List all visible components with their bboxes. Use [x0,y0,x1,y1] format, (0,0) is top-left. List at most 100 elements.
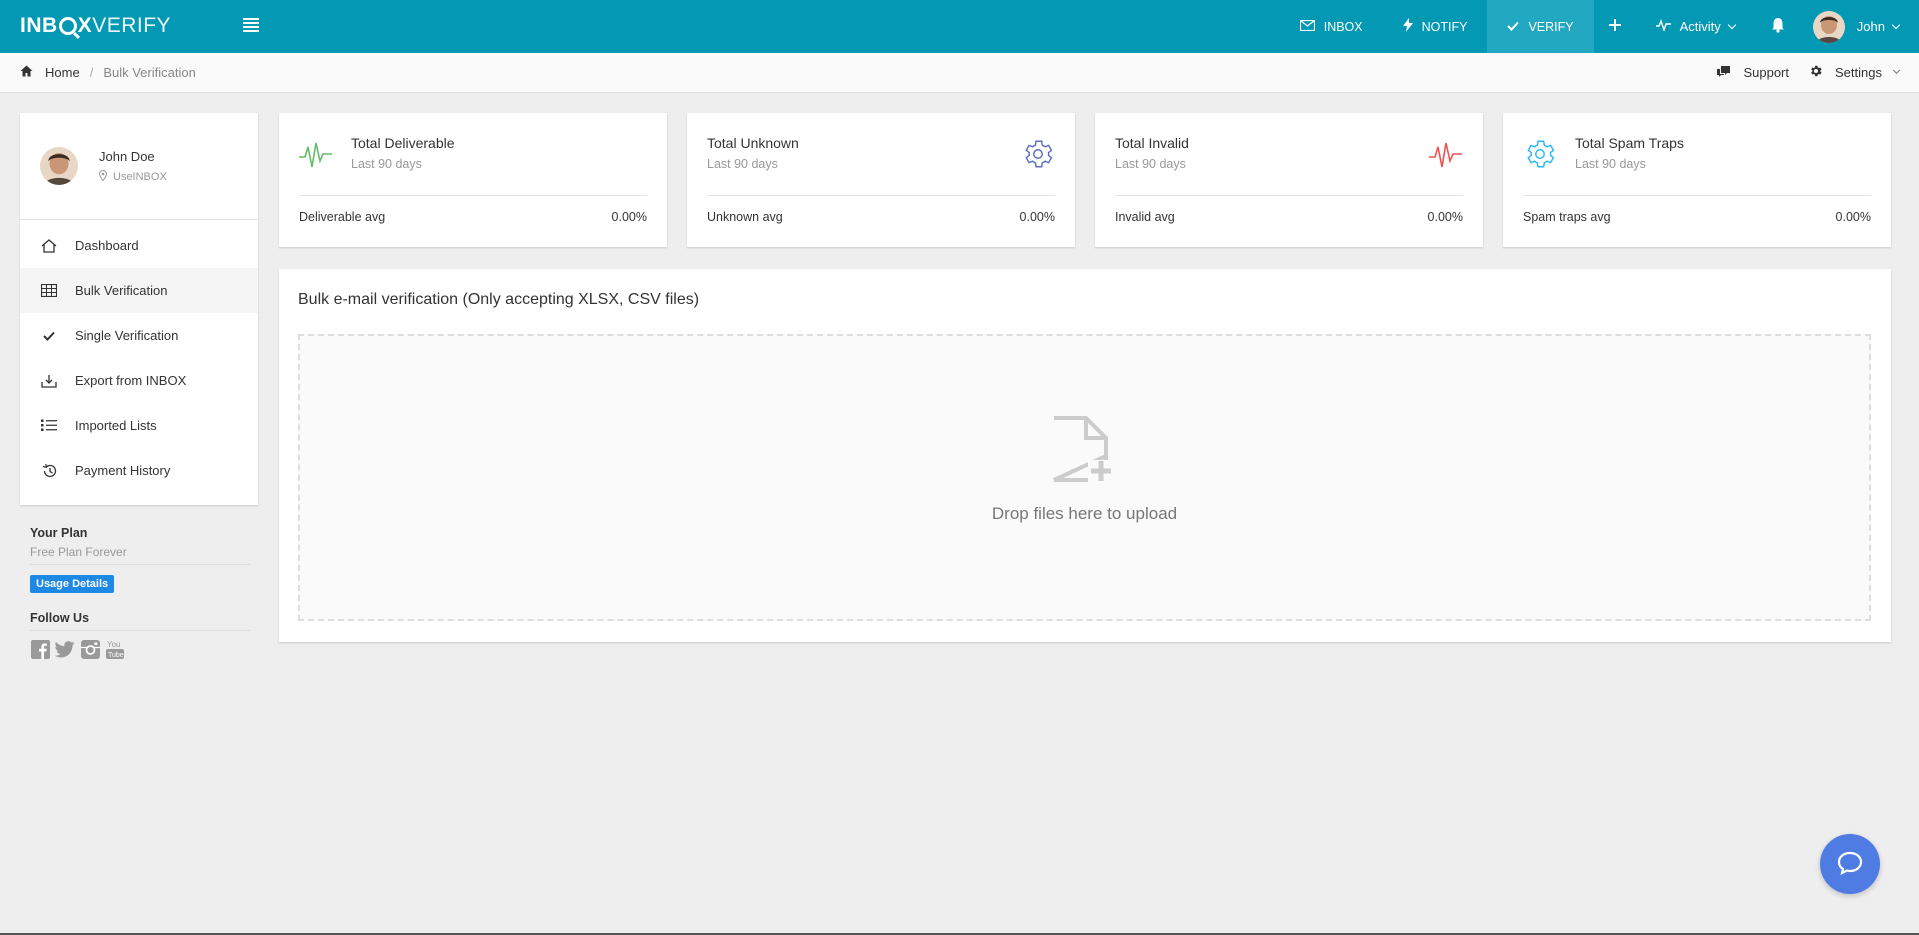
svg-text:You: You [107,640,121,649]
bell-icon [1771,17,1785,36]
sidebar-item-bulk-verification[interactable]: Bulk Verification [20,268,258,313]
youtube-icon[interactable]: You Tube [105,639,125,659]
table-icon [40,282,58,300]
activity-label: Activity [1679,19,1721,34]
breadcrumb-home-link[interactable]: Home [45,65,80,80]
stat-title: Total Invalid [1115,135,1189,151]
nav-item-label: INBOX [1323,19,1363,34]
profile-location: UseINBOX [98,169,167,184]
add-button[interactable] [1594,0,1636,53]
breadcrumb-actions: Support Settings [1696,64,1901,81]
svg-text:Tube: Tube [108,652,124,659]
chat-bubble-icon [1837,851,1863,878]
file-add-icon [1050,416,1116,484]
sidebar-item-label: Bulk Verification [75,283,168,298]
sidebar-item-label: Imported Lists [75,418,157,433]
support-link[interactable]: Support [1716,65,1789,81]
sidebar-item-label: Payment History [75,463,171,478]
sidebar-item-imported-lists[interactable]: Imported Lists [20,403,258,448]
usage-details-button[interactable]: Usage Details [30,575,115,593]
brand-text-part1: INB [20,14,58,37]
support-label: Support [1743,65,1790,80]
nav-item-label: NOTIFY [1421,19,1468,34]
stat-period: Last 90 days [1115,157,1186,171]
home-icon [40,237,58,255]
instagram-icon[interactable] [80,639,100,659]
stat-period: Last 90 days [707,157,778,171]
stat-title: Total Unknown [707,135,799,151]
brand-text-part2: X [77,14,93,37]
sidebar-item-payment-history[interactable]: Payment History [20,448,258,493]
facebook-icon[interactable] [30,639,50,659]
check-icon [1507,19,1520,34]
sidebar-item-label: Dashboard [75,238,139,253]
sidebar-item-single-verification[interactable]: Single Verification [20,313,258,358]
notifications-button[interactable] [1755,0,1801,53]
pulse-icon [1429,137,1463,171]
breadcrumb-bar: Home / Bulk Verification Support Setting… [0,53,1919,93]
hamburger-menu-icon[interactable] [243,18,259,32]
settings-label: Settings [1835,65,1882,80]
pulse-icon [1655,18,1671,34]
breadcrumb-current: Bulk Verification [103,65,196,80]
brand-text-part3: VERIFY [92,14,172,37]
chat-launcher-button[interactable] [1820,834,1880,894]
profile-location-text: UseINBOX [113,170,167,183]
list-icon [40,417,58,435]
twitter-icon[interactable] [55,639,75,659]
avatar [40,147,78,185]
profile-section: John Doe UseINBOX [20,113,258,220]
nav-item-inbox[interactable]: INBOX [1280,0,1383,53]
location-pin-icon [98,169,108,184]
avatar [1812,10,1845,43]
stat-card-spam-traps: Total Spam Traps Last 90 days Spam traps… [1503,113,1891,247]
stat-card-invalid: Total Invalid Last 90 days Invalid avg 0… [1095,113,1483,247]
sidebar-item-label: Single Verification [75,328,179,343]
plan-section: Your Plan Free Plan Forever Usage Detail… [30,526,250,659]
stat-avg-label: Invalid avg [1115,210,1175,224]
chevron-down-icon [1892,66,1901,75]
social-links: You Tube [30,639,250,659]
stat-period: Last 90 days [351,157,422,171]
bolt-icon [1402,18,1413,35]
plus-icon [1608,18,1622,35]
stat-avg-label: Unknown avg [707,210,783,224]
stat-period: Last 90 days [1575,157,1646,171]
history-icon [40,462,58,480]
chat-bubbles-icon [1716,65,1731,81]
sidebar-item-export-from-inbox[interactable]: Export from INBOX [20,358,258,403]
stat-avg-value: 0.00% [1835,210,1871,224]
brand-logo[interactable]: INB X VERIFY [20,14,171,38]
sidebar-menu: Dashboard Bulk Verification Single Verif… [20,220,258,493]
file-dropzone[interactable]: Drop files here to upload [298,334,1871,621]
breadcrumb: Home / Bulk Verification [20,65,196,80]
mail-icon [1299,19,1315,34]
sidebar-card: John Doe UseINBOX Dashboard Bulk Verific… [20,113,258,505]
stat-title: Total Deliverable [351,135,455,151]
nav-item-notify[interactable]: NOTIFY [1383,0,1488,53]
upload-panel: Bulk e-mail verification (Only accepting… [279,269,1891,642]
chevron-down-icon [1727,20,1737,29]
sidebar-item-dashboard[interactable]: Dashboard [20,223,258,268]
breadcrumb-separator: / [89,65,94,80]
plan-title: Your Plan [30,526,88,540]
download-tray-icon [40,372,58,390]
user-menu[interactable]: John [1801,0,1919,53]
nav-right: INBOX NOTIFY VERIFY Activity John [1280,0,1919,53]
stat-card-unknown: Total Unknown Last 90 days Unknown avg 0… [687,113,1075,247]
upload-title: Bulk e-mail verification (Only accepting… [298,291,700,308]
gear-icon [1809,64,1823,81]
stat-avg-label: Spam traps avg [1523,210,1611,224]
gear-icon [1523,137,1557,171]
nav-item-label: VERIFY [1528,19,1574,34]
check-icon [40,327,58,345]
stat-avg-label: Deliverable avg [299,210,386,224]
activity-dropdown[interactable]: Activity [1636,0,1755,53]
user-name-label: John [1856,19,1885,34]
top-navbar: INB X VERIFY INBOX NOTIFY VERIFY Activit… [0,0,1919,53]
stat-avg-value: 0.00% [1019,210,1055,224]
nav-item-verify[interactable]: VERIFY [1487,0,1594,53]
sidebar-item-label: Export from INBOX [75,373,187,388]
stat-title: Total Spam Traps [1575,135,1684,151]
settings-dropdown[interactable]: Settings [1809,64,1901,81]
